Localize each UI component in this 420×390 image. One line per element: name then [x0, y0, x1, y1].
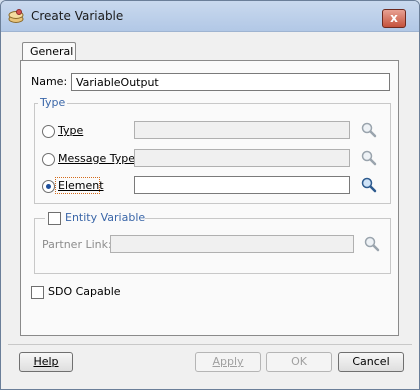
close-icon: x [390, 11, 398, 25]
sdo-capable-label: SDO Capable [48, 285, 121, 298]
help-button[interactable]: Help [19, 352, 73, 372]
close-button[interactable]: x [382, 9, 406, 28]
magnifier-icon[interactable] [360, 176, 378, 194]
apply-button[interactable]: Apply [195, 352, 261, 372]
magnifier-icon [361, 150, 377, 166]
help-button-label: Help [33, 355, 59, 368]
variable-app-icon [8, 9, 24, 23]
tab-general[interactable]: General [22, 42, 76, 61]
partner-link-label: Partner Link: [42, 238, 112, 251]
entity-variable-label: Entity Variable [65, 211, 146, 224]
window-title: Create Variable [31, 9, 124, 23]
magnifier-icon [361, 122, 377, 138]
tab-general-label: General [30, 45, 74, 58]
cancel-button-label: Cancel [352, 355, 390, 368]
type-radio[interactable] [42, 125, 55, 138]
message-type-radio[interactable] [42, 153, 55, 166]
message-type-field [134, 149, 350, 167]
element-radio[interactable] [42, 180, 55, 193]
name-label: Name: [31, 75, 68, 88]
name-field[interactable]: VariableOutput [71, 73, 390, 91]
general-panel: Name: VariableOutput Type Type Message T… [20, 60, 399, 336]
sdo-capable-checkbox[interactable] [31, 286, 44, 299]
radio-selected-dot [46, 184, 51, 189]
create-variable-dialog: Create Variable x General Name: Variable… [0, 0, 420, 390]
element-radio-label: Element [58, 179, 104, 192]
type-radio-label: Type [58, 124, 84, 137]
title-bar: Create Variable x [1, 1, 419, 32]
ok-button-label: OK [291, 355, 307, 368]
entity-variable-checkbox[interactable] [48, 212, 61, 225]
partner-link-field [110, 235, 354, 253]
message-type-radio-label: Message Type [58, 152, 135, 165]
ok-button[interactable]: OK [266, 352, 332, 372]
cancel-button[interactable]: Cancel [338, 352, 404, 372]
element-field[interactable] [134, 176, 350, 194]
type-group-legend: Type [38, 96, 68, 109]
type-field [134, 121, 350, 139]
footer-separator [8, 344, 412, 345]
magnifier-icon [364, 236, 380, 252]
apply-button-label: Apply [212, 355, 244, 368]
